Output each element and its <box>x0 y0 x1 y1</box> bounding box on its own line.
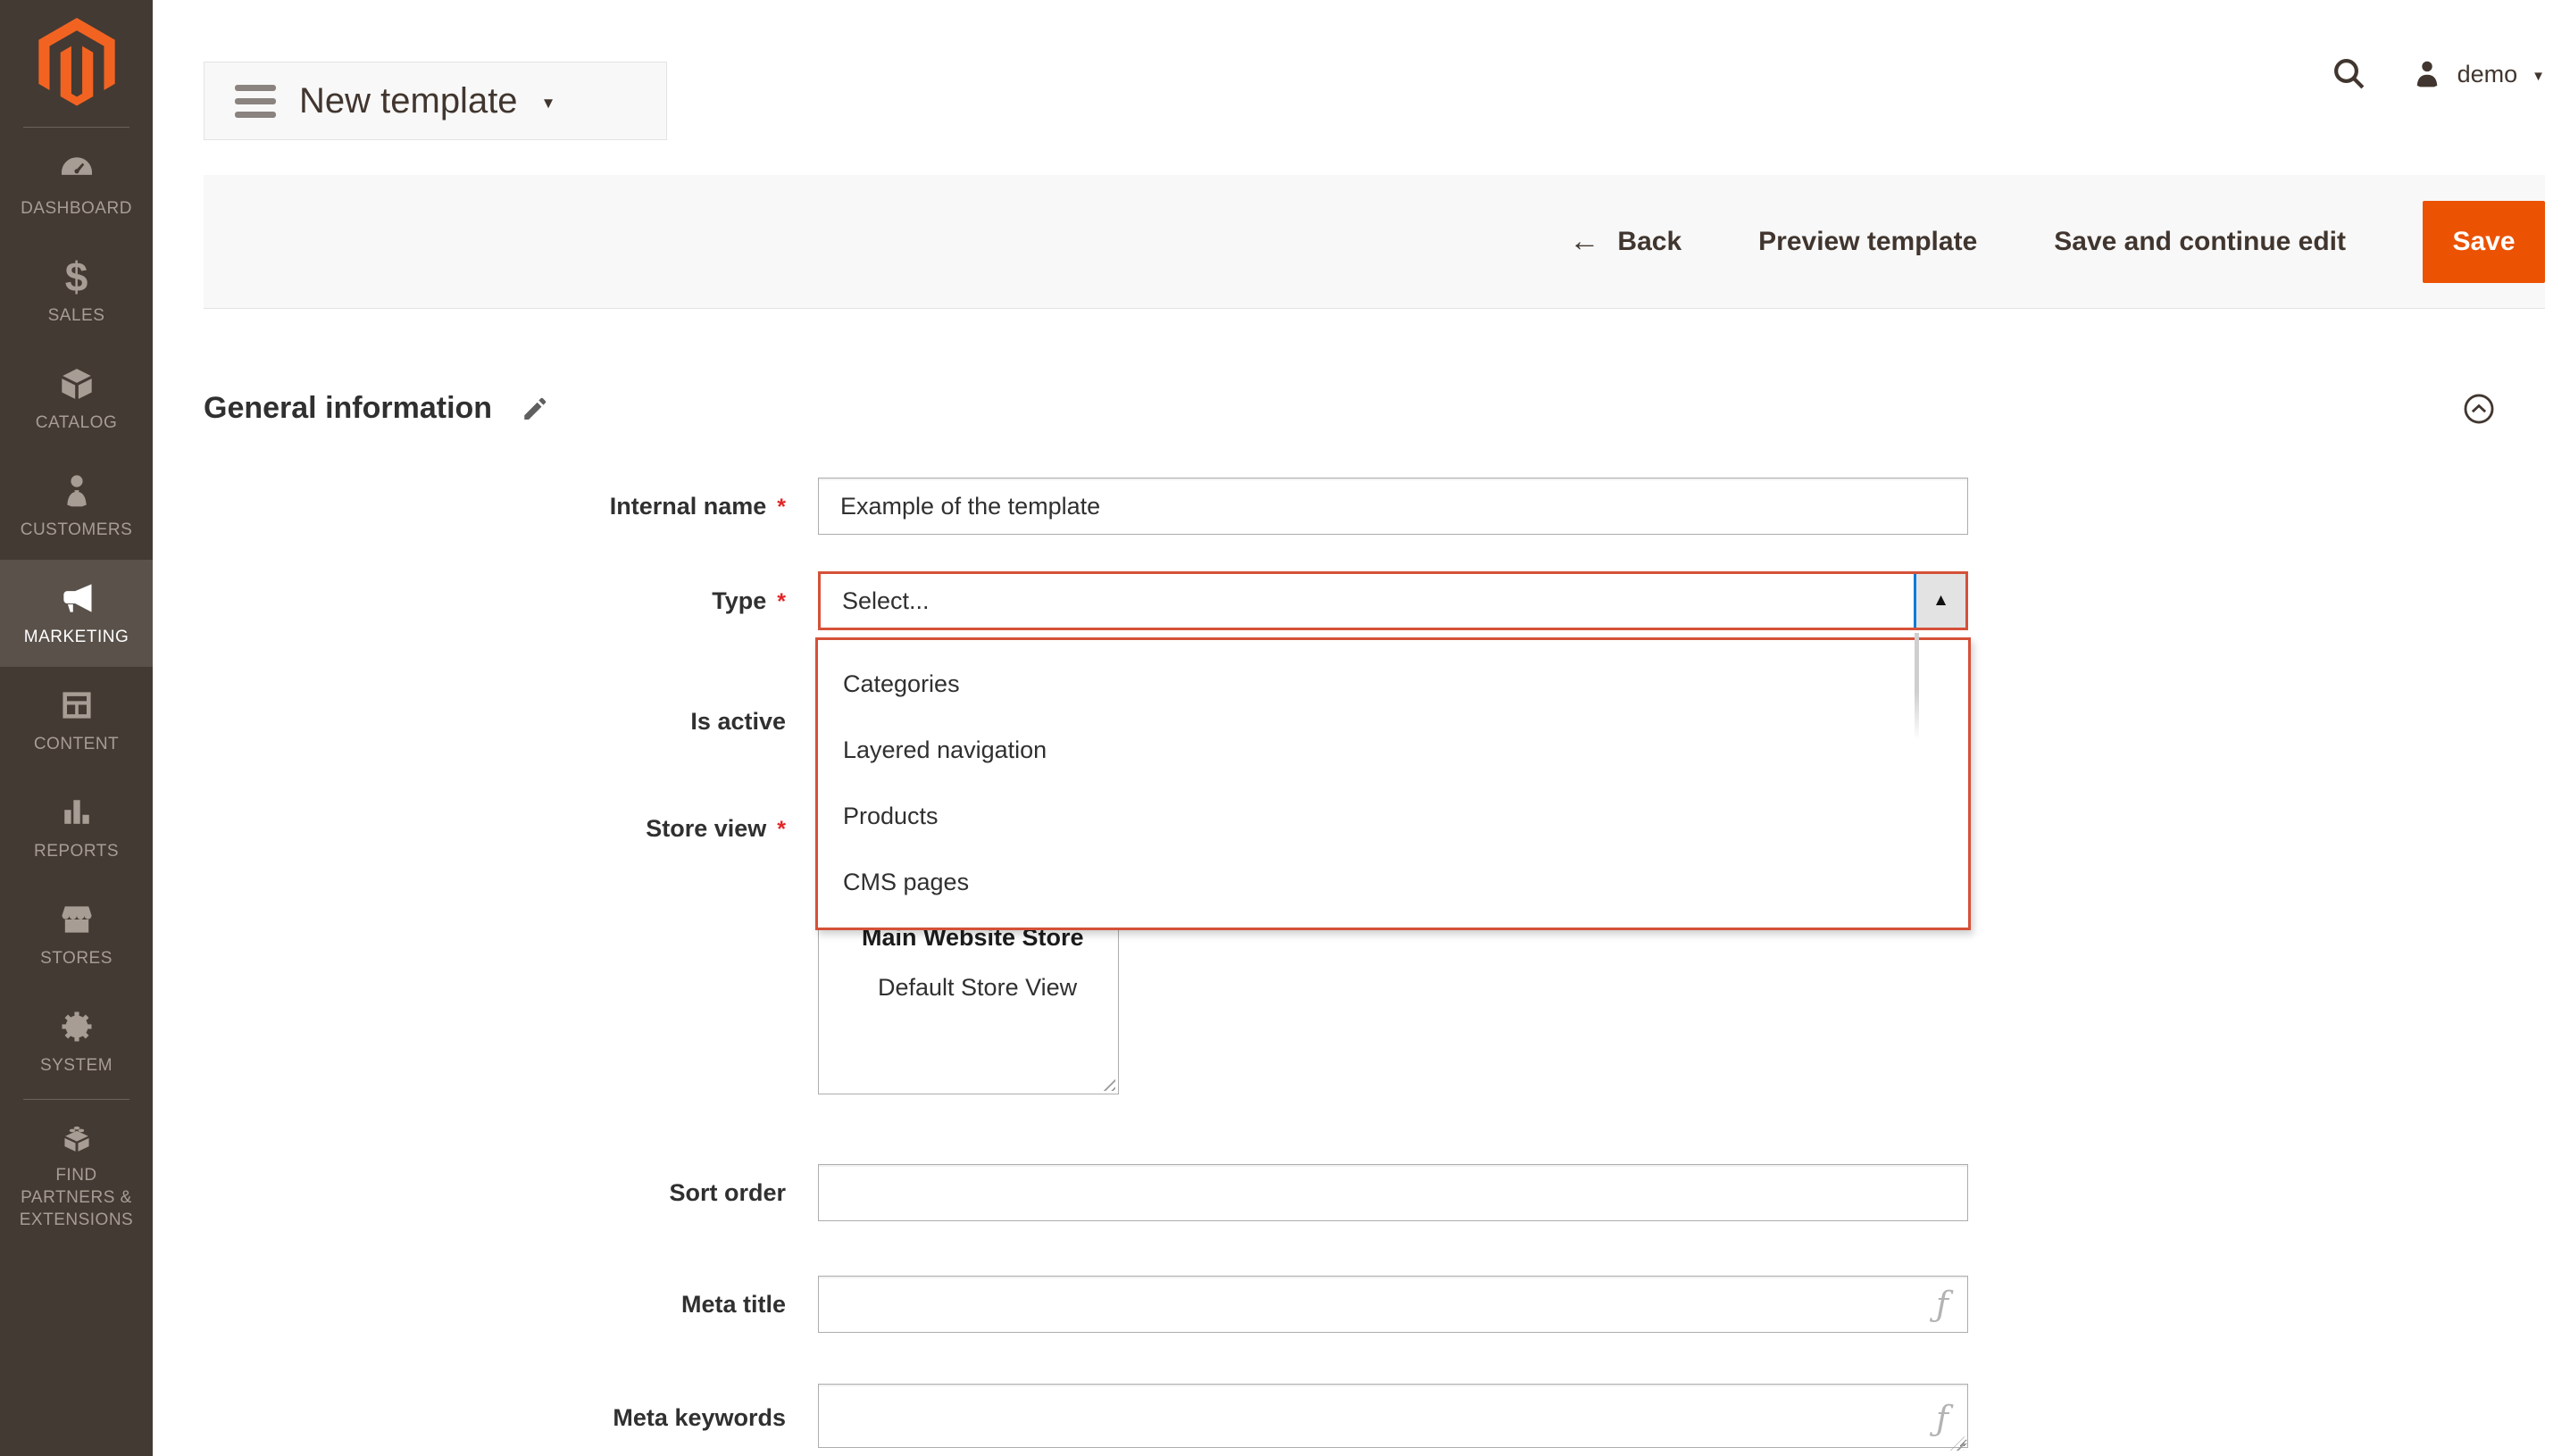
type-select[interactable]: Select... ▲ <box>818 571 1968 630</box>
sort-order-row: Sort order <box>204 1164 2545 1221</box>
sidebar-item-label: MARKETING <box>24 627 129 649</box>
preview-template-label: Preview template <box>1758 227 1977 257</box>
dashboard-icon <box>57 149 96 190</box>
required-marker: * <box>777 495 786 520</box>
meta-keywords-input[interactable] <box>818 1384 1968 1448</box>
meta-title-wrap: ƒ <box>818 1276 1968 1333</box>
admin-user-name: demo <box>2457 61 2518 88</box>
page-title-dropdown[interactable]: New template ▼ <box>204 62 667 140</box>
meta-keywords-label: Meta keywords <box>613 1404 786 1432</box>
admin-user-menu[interactable]: demo ▼ <box>2411 58 2545 90</box>
internal-name-input[interactable] <box>818 478 1968 535</box>
sidebar-item-find-partners[interactable]: FIND PARTNERS & EXTENSIONS <box>0 1103 153 1244</box>
edit-pencil-icon[interactable] <box>521 395 549 423</box>
internal-name-row: Internal name * <box>204 478 2545 535</box>
sidebar-item-label: CUSTOMERS <box>21 520 133 542</box>
type-option-categories[interactable]: Categories <box>818 651 1968 717</box>
page-actions-bar: ← Back Preview template Save and continu… <box>204 175 2545 309</box>
meta-title-row: Meta title ƒ <box>204 1276 2545 1333</box>
sidebar-item-label: CATALOG <box>36 412 117 435</box>
catalog-icon <box>57 363 96 404</box>
sidebar-item-label: CONTENT <box>34 734 119 756</box>
extensions-icon <box>57 1116 96 1157</box>
sales-icon: $ <box>65 256 88 297</box>
sidebar-item-label: FIND PARTNERS & EXTENSIONS <box>10 1165 144 1231</box>
reports-icon <box>57 792 96 833</box>
magento-logo[interactable] <box>0 0 153 105</box>
is-active-label: Is active <box>690 708 786 736</box>
triangle-up-icon: ▲ <box>1932 591 1949 611</box>
sidebar-item-sales[interactable]: $ SALES <box>0 238 153 345</box>
meta-title-input[interactable] <box>818 1276 1968 1333</box>
sidebar-item-label: SYSTEM <box>40 1055 113 1077</box>
type-option-products[interactable]: Products <box>818 783 1968 849</box>
type-row: Type * Select... ▲ Categories Layered na… <box>204 571 2545 630</box>
meta-keywords-row: Meta keywords ƒ <box>204 1384 2545 1452</box>
store-view-option[interactable]: Default Store View <box>819 962 1118 1012</box>
system-icon <box>57 1006 96 1047</box>
save-button[interactable]: Save <box>2423 201 2545 283</box>
sidebar-divider <box>23 1099 129 1100</box>
sidebar-item-label: REPORTS <box>34 841 119 863</box>
type-dropdown: Categories Layered navigation Products C… <box>815 637 1971 930</box>
meta-title-label: Meta title <box>681 1291 786 1319</box>
save-and-continue-label: Save and continue edit <box>2054 227 2346 257</box>
section-title: General information <box>204 391 492 426</box>
preview-template-button[interactable]: Preview template <box>1758 227 1977 257</box>
sidebar-item-content[interactable]: CONTENT <box>0 667 153 774</box>
content-area: General information Internal name * Type <box>153 391 2570 1452</box>
customers-icon <box>57 470 96 512</box>
sidebar-item-system[interactable]: SYSTEM <box>0 988 153 1095</box>
general-information-form: Internal name * Type * Select... ▲ <box>204 478 2545 1452</box>
sidebar-item-marketing[interactable]: MARKETING <box>0 560 153 667</box>
page-title: New template <box>299 81 518 121</box>
sidebar-item-label: STORES <box>40 948 113 970</box>
back-button[interactable]: ← Back <box>1569 224 1681 259</box>
marketing-icon <box>57 578 96 619</box>
type-label: Type * <box>712 587 786 615</box>
type-select-wrap: Select... ▲ Categories Layered navigatio… <box>818 571 1968 630</box>
resize-handle[interactable] <box>1099 1075 1115 1091</box>
search-icon[interactable] <box>2331 55 2368 93</box>
sidebar-item-label: DASHBOARD <box>21 198 132 220</box>
sidebar-item-catalog[interactable]: CATALOG <box>0 345 153 453</box>
back-button-label: Back <box>1617 227 1681 257</box>
required-marker: * <box>777 817 786 843</box>
required-marker: * <box>777 589 786 615</box>
meta-keywords-wrap: ƒ <box>818 1384 1968 1452</box>
sidebar-item-dashboard[interactable]: DASHBOARD <box>0 131 153 238</box>
type-option-cms-pages[interactable]: CMS pages <box>818 849 1968 915</box>
sidebar-item-customers[interactable]: CUSTOMERS <box>0 453 153 560</box>
sidebar-item-stores[interactable]: STORES <box>0 881 153 988</box>
sidebar-divider <box>23 127 129 128</box>
page-header: New template ▼ demo ▼ <box>153 0 2570 175</box>
internal-name-label: Internal name * <box>610 493 786 520</box>
type-option-layered-navigation[interactable]: Layered navigation <box>818 717 1968 783</box>
sort-order-label: Sort order <box>669 1179 786 1207</box>
content-icon <box>57 685 96 726</box>
admin-sidebar: DASHBOARD $ SALES CATALOG CUSTOMERS MARK… <box>0 0 153 1456</box>
back-arrow-icon: ← <box>1569 224 1599 259</box>
sidebar-item-reports[interactable]: REPORTS <box>0 774 153 881</box>
hamburger-menu-icon <box>235 85 276 118</box>
select-arrow-button[interactable]: ▲ <box>1914 574 1965 628</box>
chevron-down-icon: ▼ <box>2532 69 2545 84</box>
store-view-label: Store view * <box>646 815 786 843</box>
collapse-section-icon[interactable] <box>2462 392 2496 426</box>
chevron-down-icon: ▼ <box>541 95 556 112</box>
save-and-continue-button[interactable]: Save and continue edit <box>2054 227 2346 257</box>
sort-order-input[interactable] <box>818 1164 1968 1221</box>
section-header: General information <box>204 391 2545 426</box>
stores-icon <box>57 899 96 940</box>
header-actions: demo ▼ <box>2331 55 2545 93</box>
user-icon <box>2411 58 2443 90</box>
type-select-value: Select... <box>842 587 930 615</box>
main-area: New template ▼ demo ▼ ← Back Preview tem… <box>153 0 2570 1452</box>
sidebar-item-label: SALES <box>48 305 105 328</box>
magento-logo-icon <box>38 18 115 106</box>
